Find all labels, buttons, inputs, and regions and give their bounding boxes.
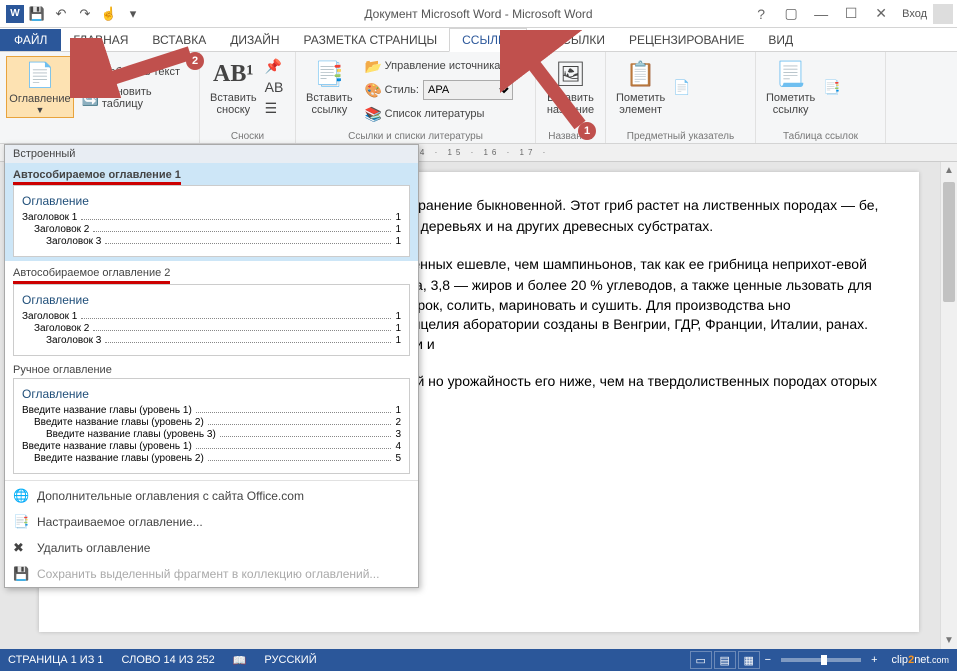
undo-icon[interactable]: ↶	[50, 3, 72, 25]
remove-toc-menuitem[interactable]: ✖Удалить оглавление	[5, 535, 418, 561]
group-label: Сноски	[200, 131, 295, 142]
zoom-slider[interactable]	[781, 658, 861, 662]
annotation-circle-2: 2	[186, 52, 204, 70]
footnote-icon: AB¹	[217, 58, 249, 90]
scroll-up-icon[interactable]: ▲	[941, 162, 957, 179]
redo-icon[interactable]: ↷	[74, 3, 96, 25]
style-icon: 🎨	[365, 82, 381, 98]
toc-dropdown: Встроенный Автособираемое оглавление 1 О…	[4, 144, 419, 588]
tab-view[interactable]: ВИД	[756, 29, 805, 51]
toc-option-manual[interactable]: Ручное оглавление Оглавление Введите наз…	[5, 360, 418, 478]
zoom-out-icon[interactable]: −	[765, 654, 771, 666]
window-title: Документ Microsoft Word - Microsoft Word	[364, 7, 592, 21]
toc-preview: Оглавление Введите название главы (урове…	[13, 378, 410, 474]
mark-entry-button[interactable]: 📋 Пометить элемент	[612, 56, 669, 118]
toc-label: Оглавление	[9, 93, 70, 105]
office-icon: 🌐	[13, 488, 31, 504]
tab-design[interactable]: ДИЗАЙН	[218, 29, 291, 51]
minimize-icon[interactable]: —	[806, 3, 836, 25]
group-label: Предметный указатель	[606, 131, 755, 142]
login-link[interactable]: Вход	[896, 8, 933, 20]
insert-index-button[interactable]: 📄	[669, 77, 697, 97]
annotation-arrow-1	[500, 30, 610, 140]
toc-icon: 📄	[24, 59, 56, 91]
insert-footnote-button[interactable]: AB¹ Вставить сноску	[206, 56, 261, 118]
word-icon: W	[6, 5, 24, 23]
close-icon[interactable]: ✕	[866, 3, 896, 25]
insert-authorities-button[interactable]: 📑	[819, 77, 847, 97]
qat-dropdown-icon[interactable]: ▾	[122, 3, 144, 25]
tab-review[interactable]: РЕЦЕНЗИРОВАНИЕ	[617, 29, 756, 51]
next-footnote-button[interactable]: AB	[261, 77, 289, 97]
more-toc-office-menuitem[interactable]: 🌐Дополнительные оглавления с сайта Offic…	[5, 483, 418, 509]
help-icon[interactable]: ?	[746, 3, 776, 25]
annotation-circle-1: 1	[578, 122, 596, 140]
status-page[interactable]: СТРАНИЦА 1 ИЗ 1	[8, 654, 104, 666]
view-read-icon[interactable]: ▭	[690, 651, 712, 669]
save-selection-menuitem: 💾Сохранить выделенный фрагмент в коллекц…	[5, 561, 418, 587]
vertical-scrollbar[interactable]: ▲ ▼	[940, 162, 957, 649]
bibliography-icon: 📚	[365, 106, 381, 122]
insert-endnote-button[interactable]: 📌	[261, 56, 289, 76]
status-proofing-icon[interactable]: 📖	[233, 654, 247, 667]
maximize-icon[interactable]: ☐	[836, 3, 866, 25]
group-label: Таблица ссылок	[756, 131, 885, 142]
divider	[5, 480, 418, 481]
touch-icon[interactable]: ☝	[98, 3, 120, 25]
manage-sources-button[interactable]: 📂Управление источниками	[361, 56, 518, 76]
chevron-down-icon: ▼	[35, 105, 44, 115]
custom-toc-menuitem[interactable]: 📑Настраиваемое оглавление...	[5, 509, 418, 535]
tab-layout[interactable]: РАЗМЕТКА СТРАНИЦЫ	[292, 29, 450, 51]
toc-button[interactable]: 📄 Оглавление ▼	[6, 56, 74, 118]
toc-option-auto1[interactable]: Автособираемое оглавление 1 Оглавление З…	[5, 163, 418, 261]
toc-option-auto2[interactable]: Автособираемое оглавление 2 Оглавление З…	[5, 261, 418, 360]
view-web-icon[interactable]: ▦	[738, 651, 760, 669]
title-bar: W 💾 ↶ ↷ ☝ ▾ Документ Microsoft Word - Mi…	[0, 0, 957, 28]
window-controls: ? ▢ — ☐ ✕ Вход	[746, 3, 957, 25]
zoom-in-icon[interactable]: +	[871, 654, 877, 666]
manage-sources-icon: 📂	[365, 58, 381, 74]
ribbon-display-icon[interactable]: ▢	[776, 3, 806, 25]
insert-citation-button[interactable]: 📑 Вставить ссылку	[302, 56, 357, 118]
dropdown-section-builtin: Встроенный	[5, 145, 418, 163]
status-bar: СТРАНИЦА 1 ИЗ 1 СЛОВО 14 ИЗ 252 📖 РУССКИ…	[0, 649, 957, 671]
bibliography-button[interactable]: 📚Список литературы	[361, 104, 518, 124]
group-footnotes: AB¹ Вставить сноску 📌 AB ☰ Сноски	[200, 52, 296, 143]
watermark: clip2net.com	[892, 654, 949, 666]
status-language[interactable]: РУССКИЙ	[264, 654, 316, 666]
status-words[interactable]: СЛОВО 14 ИЗ 252	[122, 654, 215, 666]
remove-icon: ✖	[13, 540, 31, 556]
avatar[interactable]	[933, 4, 953, 24]
scroll-down-icon[interactable]: ▼	[941, 632, 957, 649]
toc-preview: Оглавление Заголовок 11Заголовок 21Загол…	[13, 284, 410, 356]
mark-citation-icon: 📃	[775, 58, 807, 90]
mark-entry-icon: 📋	[625, 58, 657, 90]
show-notes-button[interactable]: ☰	[261, 98, 289, 118]
view-print-icon[interactable]: ▤	[714, 651, 736, 669]
mark-citation-button[interactable]: 📃 Пометить ссылку	[762, 56, 819, 118]
save-icon[interactable]: 💾	[26, 3, 48, 25]
save-selection-icon: 💾	[13, 566, 31, 582]
toc-preview: Оглавление Заголовок 11Заголовок 21Загол…	[13, 185, 410, 257]
quick-access-toolbar: W 💾 ↶ ↷ ☝ ▾	[0, 3, 144, 25]
custom-toc-icon: 📑	[13, 514, 31, 530]
group-authorities: 📃 Пометить ссылку 📑 Таблица ссылок	[756, 52, 886, 143]
citation-icon: 📑	[313, 58, 345, 90]
style-row: 🎨 Стиль: APA	[361, 78, 518, 102]
tab-file[interactable]: ФАЙЛ	[0, 29, 61, 51]
scroll-thumb[interactable]	[943, 182, 955, 302]
group-index: 📋 Пометить элемент 📄 Предметный указател…	[606, 52, 756, 143]
